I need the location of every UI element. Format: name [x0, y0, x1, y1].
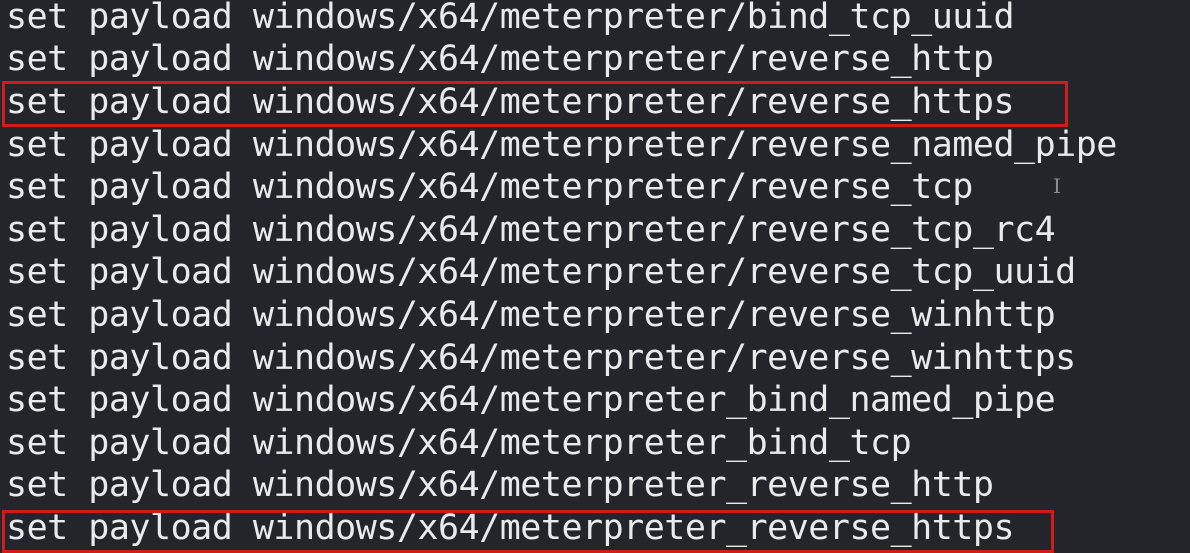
terminal-line: set payload windows/x64/meterpreter/reve… — [6, 125, 1117, 165]
terminal-line: set payload windows/x64/meterpreter/reve… — [6, 210, 1056, 250]
text-cursor-icon: I — [1053, 174, 1061, 198]
terminal-line-highlighted: set payload windows/x64/meterpreter/reve… — [6, 82, 1015, 122]
terminal-line: set payload windows/x64/meterpreter/reve… — [6, 39, 994, 79]
terminal-line: set payload windows/x64/meterpreter/reve… — [6, 167, 973, 207]
terminal-line: set payload windows/x64/meterpreter_reve… — [6, 465, 994, 505]
terminal-line: set payload windows/x64/meterpreter/reve… — [6, 252, 1076, 292]
terminal-line: set payload windows/x64/meterpreter/reve… — [6, 338, 1076, 378]
terminal-output[interactable]: set payload windows/x64/meterpreter/bind… — [0, 0, 1190, 553]
terminal-line-highlighted: set payload windows/x64/meterpreter_reve… — [6, 508, 1015, 548]
terminal-line: set payload windows/x64/meterpreter/bind… — [6, 0, 1015, 37]
terminal-line: set payload windows/x64/meterpreter_bind… — [6, 380, 1056, 420]
terminal-line: set payload windows/x64/meterpreter/reve… — [6, 295, 1056, 335]
terminal-line: set payload windows/x64/meterpreter_bind… — [6, 423, 912, 463]
